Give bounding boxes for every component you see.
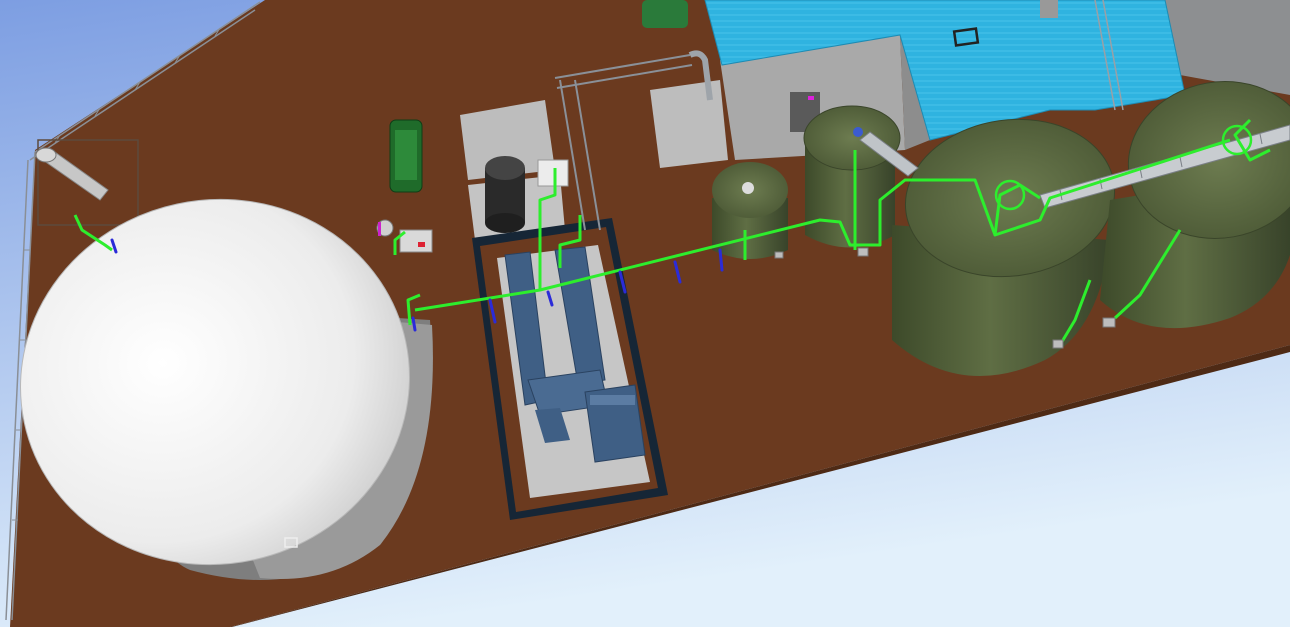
black-vessel (485, 156, 525, 233)
mid-tank (803, 105, 901, 248)
green-drums (642, 0, 688, 28)
slab-right (650, 80, 728, 168)
plant-3d-scene (0, 0, 1290, 627)
green-cabinet (389, 119, 423, 193)
white-box (537, 159, 569, 187)
